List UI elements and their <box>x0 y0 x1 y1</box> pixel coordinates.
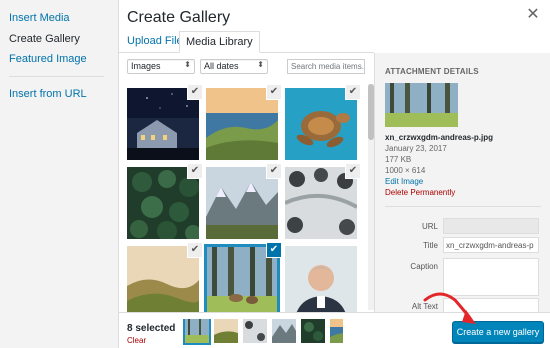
attachment-deer-forest[interactable]: ✔ <box>204 242 282 312</box>
attachment-details-sidebar: ATTACHMENT DETAILS xn_crzwxgdm-andreas-p… <box>374 53 550 312</box>
thumbnail-image <box>285 246 357 312</box>
checkmark-icon[interactable]: ✔ <box>345 84 361 100</box>
tab-media-library[interactable]: Media Library <box>179 31 260 53</box>
url-field[interactable] <box>443 218 539 234</box>
checkmark-icon[interactable]: ✔ <box>266 163 282 179</box>
details-heading: ATTACHMENT DETAILS <box>385 67 479 76</box>
date-filter-select[interactable]: All dates ⬍ <box>200 59 268 74</box>
selection-thumb[interactable] <box>243 319 267 343</box>
attachment-coast-cliff[interactable]: ✔ <box>206 84 282 160</box>
checkmark-icon[interactable]: ✔ <box>187 163 203 179</box>
attachment-green-hills[interactable]: ✔ <box>127 242 203 312</box>
attachment-man-portrait[interactable] <box>285 246 357 312</box>
clear-selection-link[interactable]: Clear <box>127 336 146 345</box>
menu-item-insert-from-url[interactable]: Insert from URL <box>9 88 87 100</box>
attachment-mountains[interactable]: ✔ <box>206 163 282 239</box>
title-field[interactable]: xn_crzwxgdm-andreas-p <box>443 237 539 253</box>
selection-thumb[interactable] <box>183 319 211 345</box>
media-footer: 8 selected Clear Create a new gallery <box>119 312 550 348</box>
selection-strip <box>183 319 343 345</box>
media-menu: Insert Media Create Gallery Featured Ima… <box>0 0 119 348</box>
chevron-updown-icon: ⬍ <box>184 60 191 69</box>
selection-thumb[interactable] <box>301 319 325 343</box>
checkmark-icon[interactable]: ✔ <box>266 242 282 258</box>
delete-permanently-link[interactable]: Delete Permanently <box>385 188 455 197</box>
media-toolbar: Images ⬍ All dates ⬍ Search media items.… <box>119 53 374 81</box>
attachments-grid: ✔ ✔ ✔ ✔ ✔ ✔ ✔ ✔ <box>119 82 367 312</box>
title-label: Title <box>423 241 438 250</box>
checkmark-icon[interactable]: ✔ <box>345 163 361 179</box>
media-frame: Create Gallery ✕ Upload Files Media Libr… <box>119 0 550 348</box>
details-dimensions: 1000 × 614 <box>385 166 426 175</box>
checkmark-icon[interactable]: ✔ <box>187 242 203 258</box>
menu-item-featured-image[interactable]: Featured Image <box>9 53 87 65</box>
checkmark-icon[interactable]: ✔ <box>266 84 282 100</box>
edit-image-link[interactable]: Edit Image <box>385 177 423 186</box>
menu-item-create-gallery[interactable]: Create Gallery <box>9 33 80 45</box>
menu-separator <box>9 76 104 77</box>
type-filter-select[interactable]: Images ⬍ <box>127 59 195 74</box>
attachment-snowy-trees[interactable]: ✔ <box>285 163 361 239</box>
details-date: January 23, 2017 <box>385 144 447 153</box>
router-tabs: Upload Files Media Library <box>119 31 374 53</box>
frame-title: Create Gallery <box>127 9 231 26</box>
attachment-pine-forest[interactable]: ✔ <box>127 163 203 239</box>
details-size: 177 KB <box>385 155 412 164</box>
checkmark-icon[interactable]: ✔ <box>187 84 203 100</box>
url-label: URL <box>421 222 438 231</box>
chevron-updown-icon: ⬍ <box>257 60 264 69</box>
selection-thumb[interactable] <box>214 319 238 343</box>
attachment-night-house[interactable]: ✔ <box>127 84 203 160</box>
selection-count: 8 selected <box>127 323 176 334</box>
caption-label: Caption <box>410 262 438 271</box>
alt-text-label: Alt Text <box>411 302 438 311</box>
create-new-gallery-button[interactable]: Create a new gallery <box>452 321 544 343</box>
close-icon[interactable]: ✕ <box>522 4 544 26</box>
caption-field[interactable] <box>443 258 539 296</box>
type-filter-value: Images <box>131 61 161 71</box>
attachment-sea-turtle[interactable]: ✔ <box>285 84 361 160</box>
search-input[interactable]: Search media items... <box>287 59 365 74</box>
selection-thumb[interactable] <box>272 319 296 343</box>
details-filename: xn_crzwxgdm-andreas-p.jpg <box>385 133 494 142</box>
alt-text-field[interactable] <box>443 298 539 312</box>
selection-thumb[interactable] <box>330 319 343 343</box>
date-filter-value: All dates <box>204 61 239 71</box>
details-thumbnail <box>385 83 458 127</box>
menu-item-insert-media[interactable]: Insert Media <box>9 12 70 24</box>
details-divider <box>385 206 541 207</box>
